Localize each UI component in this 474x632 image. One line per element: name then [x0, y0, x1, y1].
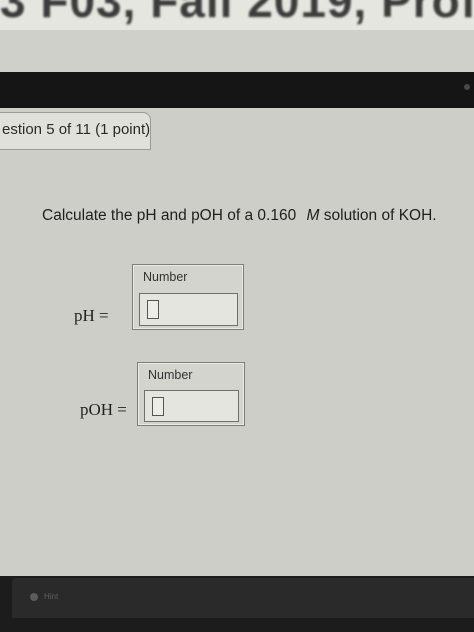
course-title-banner: 3 F03, Fall 2019, Prof. Soboyejo: [0, 0, 474, 30]
question-panel: [0, 108, 474, 576]
menu-dot-icon[interactable]: [464, 84, 470, 90]
question-number: estion 5 of 11 (1 point): [2, 121, 151, 138]
hint-bar: [12, 578, 474, 618]
hint-button[interactable]: Hint: [44, 592, 58, 601]
molarity-unit: M: [306, 207, 320, 224]
poh-answer-box: Number: [137, 362, 245, 426]
info-icon[interactable]: [30, 593, 38, 601]
text-cursor-icon: [147, 300, 159, 319]
question-tab: estion 5 of 11 (1 point): [0, 112, 151, 150]
text-cursor-icon: [152, 397, 164, 416]
header-band: [0, 30, 474, 72]
course-title: 3 F03, Fall 2019, Prof. Soboyejo: [0, 0, 474, 27]
ph-number-input[interactable]: [139, 293, 238, 326]
ph-answer-box: Number: [132, 264, 244, 330]
ph-label: pH =: [74, 306, 109, 325]
prompt-end: solution of KOH.: [323, 207, 437, 224]
poh-label: pOH =: [80, 400, 127, 419]
poh-box-label: Number: [148, 368, 193, 382]
ph-box-label: Number: [143, 270, 188, 284]
prompt-main: Calculate the pH and pOH of a 0.160: [42, 207, 297, 224]
navigation-bar: [0, 72, 474, 108]
poh-number-input[interactable]: [144, 390, 239, 422]
question-prompt: Calculate the pH and pOH of a 0.160 M so…: [42, 207, 437, 225]
